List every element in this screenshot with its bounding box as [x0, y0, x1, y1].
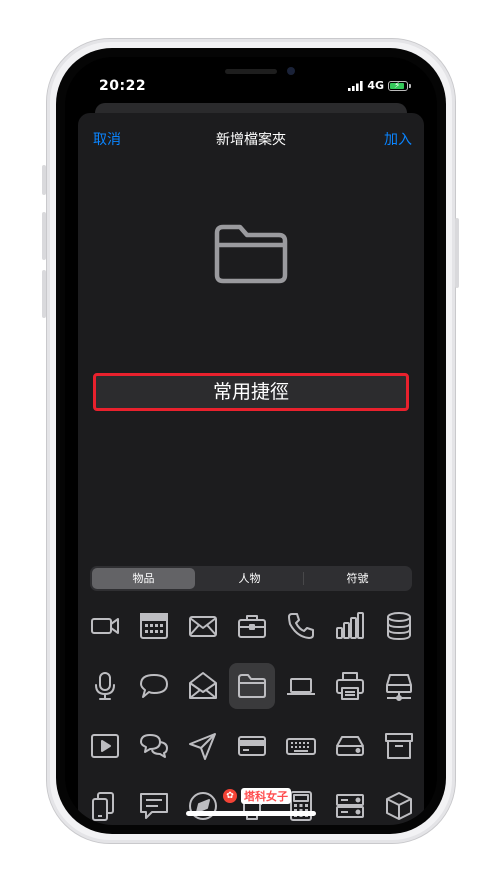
watermark: ✿ 塔科女子: [223, 788, 291, 804]
segment-objects[interactable]: 物品: [92, 568, 195, 589]
home-indicator[interactable]: [186, 811, 316, 816]
signal-bars-icon[interactable]: [327, 603, 373, 649]
folder-name-field[interactable]: 常用捷徑: [93, 373, 409, 411]
speech-bubble-icon[interactable]: [131, 663, 177, 709]
watermark-text: 塔科女子: [241, 788, 291, 804]
phone-icon[interactable]: [278, 603, 324, 649]
volume-button: [42, 165, 46, 195]
new-folder-sheet: 取消 新增檔案夾 加入 常用捷徑 物品 人物 符號: [78, 113, 424, 825]
phone-screen: 20:22 4G ⚡ 取消 新增檔案夾 加入 常用捷徑 物品 人物 符號 ✿ 塔…: [65, 57, 437, 825]
database-icon[interactable]: [376, 603, 422, 649]
open-envelope-icon[interactable]: [180, 663, 226, 709]
compass-icon[interactable]: [180, 783, 226, 825]
battery-icon: ⚡: [388, 80, 408, 91]
volume-button: [42, 212, 46, 260]
server-icon[interactable]: [327, 783, 373, 825]
add-button[interactable]: 加入: [384, 129, 412, 149]
credit-card-icon[interactable]: [229, 723, 275, 769]
network-type: 4G: [367, 79, 384, 92]
devices-icon[interactable]: [82, 783, 128, 825]
keyboard-icon[interactable]: [278, 723, 324, 769]
signal-icon: [348, 80, 363, 91]
mail-icon[interactable]: [180, 603, 226, 649]
folder-preview-icon: [214, 224, 288, 284]
hard-drive-icon[interactable]: [327, 723, 373, 769]
microphone-icon[interactable]: [82, 663, 128, 709]
video-camera-icon[interactable]: [82, 603, 128, 649]
network-drive-icon[interactable]: [376, 663, 422, 709]
folder-icon[interactable]: [229, 663, 275, 709]
play-button-icon[interactable]: [82, 723, 128, 769]
icon-category-control: 物品 人物 符號: [90, 566, 412, 591]
sheet-title: 新增檔案夾: [216, 132, 286, 148]
status-time: 20:22: [99, 78, 147, 94]
volume-button: [42, 270, 46, 318]
status-indicators: 4G ⚡: [348, 79, 411, 92]
printer-icon[interactable]: [327, 663, 373, 709]
chat-bubbles-icon[interactable]: [131, 723, 177, 769]
archive-box-icon[interactable]: [376, 723, 422, 769]
calendar-icon[interactable]: [131, 603, 177, 649]
segment-symbols[interactable]: 符號: [305, 568, 410, 589]
laptop-icon[interactable]: [278, 663, 324, 709]
side-button: [455, 218, 459, 288]
message-box-icon[interactable]: [131, 783, 177, 825]
segment-people[interactable]: 人物: [197, 568, 302, 589]
briefcase-icon[interactable]: [229, 603, 275, 649]
watermark-logo-icon: ✿: [223, 789, 237, 803]
paper-plane-icon[interactable]: [180, 723, 226, 769]
charging-bolt-icon: ⚡: [394, 80, 401, 91]
cube-icon[interactable]: [376, 783, 422, 825]
status-bar: 20:22 4G ⚡: [65, 57, 437, 101]
